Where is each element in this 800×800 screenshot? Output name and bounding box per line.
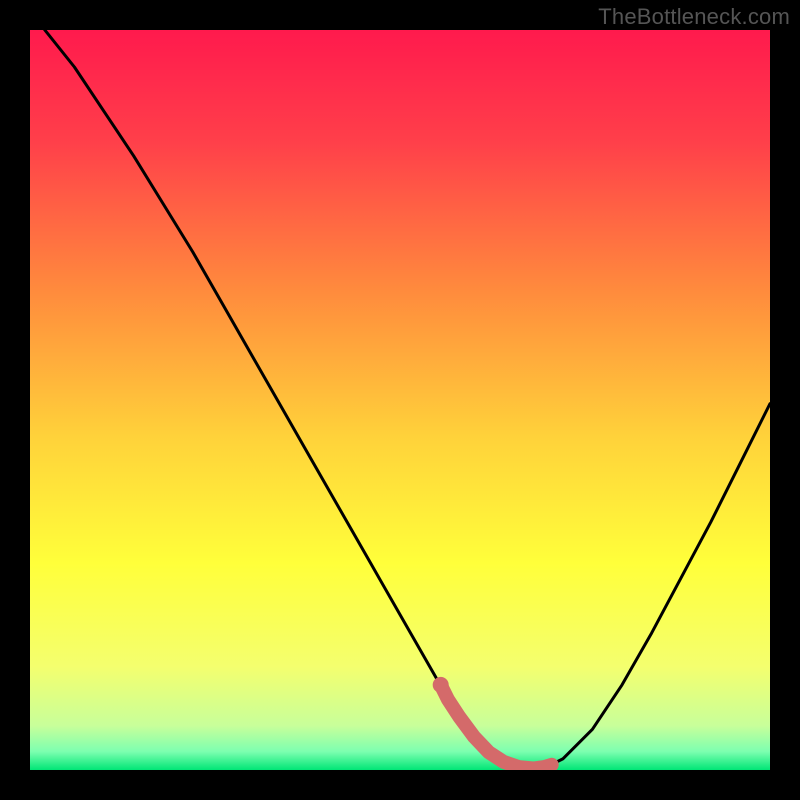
- plot-area: [30, 30, 770, 770]
- marker-segment: [441, 685, 552, 769]
- chart-frame: TheBottleneck.com: [0, 0, 800, 800]
- attribution-label: TheBottleneck.com: [598, 4, 790, 30]
- marker-dot: [433, 677, 449, 693]
- bottleneck-curve-path: [45, 30, 770, 769]
- curve-overlay: [30, 30, 770, 770]
